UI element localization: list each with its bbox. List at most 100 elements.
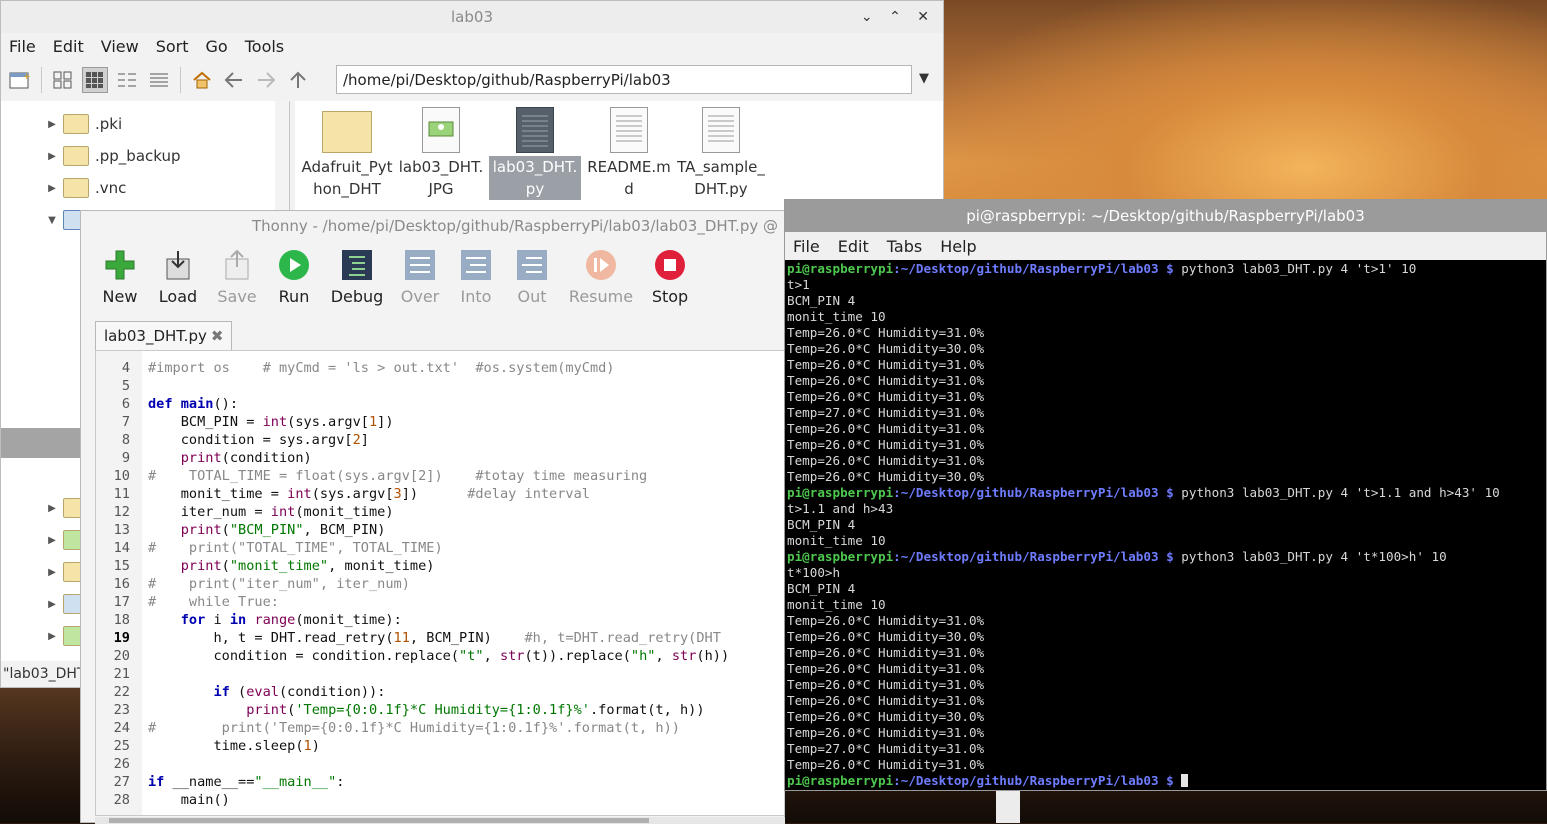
forward-icon[interactable] [253,67,279,93]
code-line[interactable]: 5 [96,377,729,395]
resume-button[interactable]: Resume [565,245,637,306]
load-button[interactable]: Load [145,245,211,306]
step-out-button[interactable]: Out [499,245,565,306]
debug-icon [341,249,373,281]
tree-item-pp-backup[interactable]: ▶ .pp_backup [1,141,181,171]
code-line[interactable]: 23 print('Temp={0:0.1f}*C Humidity={1:0.… [96,701,729,719]
code-line[interactable]: 24 # print('Temp={0:0.1f}*C Humidity={1:0… [96,719,729,737]
menu-go[interactable]: Go [206,37,228,56]
thonny-window: Thonny - /home/pi/Desktop/github/Raspber… [80,210,785,824]
minimize-icon[interactable]: ⌄ [861,9,879,25]
compact-view-icon[interactable] [114,67,140,93]
editor-tab[interactable]: lab03_DHT.py ✖ [95,321,233,350]
home-icon[interactable] [189,67,215,93]
code-editor[interactable]: 4 #import os # myCmd = 'ls > out.txt' #os… [95,350,785,816]
code-line[interactable]: 19 h, t = DHT.read_retry(11, BCM_PIN) #h… [96,629,729,647]
file-item-lab03-dht-py[interactable]: lab03_DHT. py [489,107,581,200]
up-icon[interactable] [285,67,311,93]
icon-view-icon[interactable] [50,67,76,93]
terminal-menu-help[interactable]: Help [940,237,976,256]
maximize-icon[interactable]: ⌃ [889,9,907,25]
code-line[interactable]: 28 main() [96,791,729,809]
expand-arrow-icon[interactable]: ▶ [41,535,63,546]
menu-file[interactable]: File [9,37,36,56]
code-line[interactable]: 27 if __name__=="__main__": [96,773,729,791]
menu-view[interactable]: View [101,37,139,56]
code-content[interactable]: 4 #import os # myCmd = 'ls > out.txt' #os… [96,359,730,809]
tree-item-label: .pki [95,115,123,133]
terminal-output-line: Temp=26.0*C Humidity=31.0% [787,389,985,404]
scrollbar-thumb[interactable] [109,818,649,823]
expand-arrow-icon[interactable]: ▶ [41,119,63,130]
line-number: 5 [121,378,130,394]
file-item-readme-md[interactable]: README.m d [583,107,675,200]
file-item-ta-sample-dht-py[interactable]: TA_sample_ DHT.py [675,107,767,200]
code-line[interactable]: 10 # TOTAL_TIME = float(sys.argv[2]) #tot… [96,467,729,485]
code-line[interactable]: 8 condition = sys.argv[2] [96,431,729,449]
terminal-menu-tabs[interactable]: Tabs [887,237,922,256]
code-line[interactable]: 16 # print("iter_num", iter_num) [96,575,729,593]
expand-arrow-icon[interactable]: ▶ [41,567,63,578]
prompt-user: pi@raspberrypi [787,261,894,276]
terminal-output-line: Temp=26.0*C Humidity=31.0% [787,325,985,340]
terminal-window: pi@raspberrypi: ~/Desktop/github/Raspber… [784,199,1547,791]
code-line[interactable]: 14 # print("TOTAL_TIME", TOTAL_TIME) [96,539,729,557]
terminal-menu-edit[interactable]: Edit [838,237,869,256]
code-line[interactable]: 20 condition = condition.replace("t", st… [96,647,730,665]
expand-arrow-icon[interactable]: ▶ [41,503,63,514]
tree-item-vnc[interactable]: ▶ .vnc [1,173,126,203]
expand-arrow-icon[interactable]: ▶ [41,631,63,642]
code-line[interactable]: 13 print("BCM_PIN", BCM_PIN) [96,521,729,539]
close-icon[interactable]: ✕ [917,9,935,25]
code-line[interactable]: 26 [96,755,729,773]
code-line[interactable]: 12 iter_num = int(monit_time) [96,503,729,521]
line-number: 8 [121,432,130,448]
code-line[interactable]: 15 print("monit_time", monit_time) [96,557,729,575]
chevron-down-icon[interactable]: ▼ [919,71,929,86]
new-button[interactable]: New [87,245,153,306]
stop-button[interactable]: Stop [637,245,703,306]
code-line[interactable]: 11 monit_time = int(sys.argv[3]) #delay … [96,485,729,503]
code-text: time.sleep(1) [148,738,320,754]
toolbar-separator [41,67,42,93]
new-window-icon[interactable]: + [7,67,33,93]
file-item-adafruit-python-dht[interactable]: Adafruit_Pyt hon_DHT [301,107,393,200]
terminal-titlebar[interactable]: pi@raspberrypi: ~/Desktop/github/Raspber… [785,200,1546,232]
expand-arrow-icon[interactable]: ▶ [41,151,63,162]
code-text: #import os # myCmd = 'ls > out.txt' #os.… [148,360,615,376]
prompt-user: pi@raspberrypi [787,773,894,788]
tree-item-pki[interactable]: ▶ .pki [1,109,122,139]
line-number: 4 [121,360,130,376]
close-tab-icon[interactable]: ✖ [211,327,224,345]
file-manager-titlebar[interactable]: lab03 ⌄ ⌃ ✕ [1,1,943,33]
menu-sort[interactable]: Sort [156,37,189,56]
code-text: print("monit_time", monit_time) [180,558,435,574]
expand-arrow-icon[interactable]: ▶ [41,599,63,610]
code-line[interactable]: 18 for i in range(monit_time): [96,611,729,629]
debug-button[interactable]: Debug [324,245,390,306]
location-input[interactable]: /home/pi/Desktop/github/RaspberryPi/lab0… [336,65,912,94]
run-button[interactable]: Run [261,245,327,306]
collapse-arrow-icon[interactable]: ▼ [41,215,63,226]
thonny-titlebar[interactable]: Thonny - /home/pi/Desktop/github/Raspber… [81,211,784,241]
menu-edit[interactable]: Edit [53,37,84,56]
expand-arrow-icon[interactable]: ▶ [41,183,63,194]
code-line[interactable]: 17 # while True: [96,593,729,611]
code-line[interactable]: 25 time.sleep(1) [96,737,729,755]
file-item-lab03-dht-jpg[interactable]: lab03_DHT. JPG [395,107,487,200]
code-line[interactable]: 6 def main(): [96,395,729,413]
thumbnail-view-icon[interactable] [82,67,108,93]
menu-tools[interactable]: Tools [245,37,284,56]
terminal-prompt-line: pi@raspberrypi:~/Desktop/github/Raspberr… [787,261,1546,277]
code-line[interactable]: 7 BCM_PIN = int(sys.argv[1]) [96,413,729,431]
back-icon[interactable] [221,67,247,93]
list-view-icon[interactable] [146,67,172,93]
code-line[interactable]: 9 print(condition) [96,449,729,467]
code-line[interactable]: 22 if (eval(condition)): [96,683,729,701]
code-line[interactable]: 4 #import os # myCmd = 'ls > out.txt' #os… [96,359,729,377]
terminal-output-line: t>1.1 and h>43 [787,501,894,516]
code-line[interactable]: 21 [96,665,729,683]
terminal-menu-file[interactable]: File [793,237,820,256]
terminal-output[interactable]: pi@raspberrypi:~/Desktop/github/Raspberr… [785,260,1546,789]
terminal-command: python3 lab03_DHT.py 4 't>1.1 and h>43' … [1173,485,1500,500]
